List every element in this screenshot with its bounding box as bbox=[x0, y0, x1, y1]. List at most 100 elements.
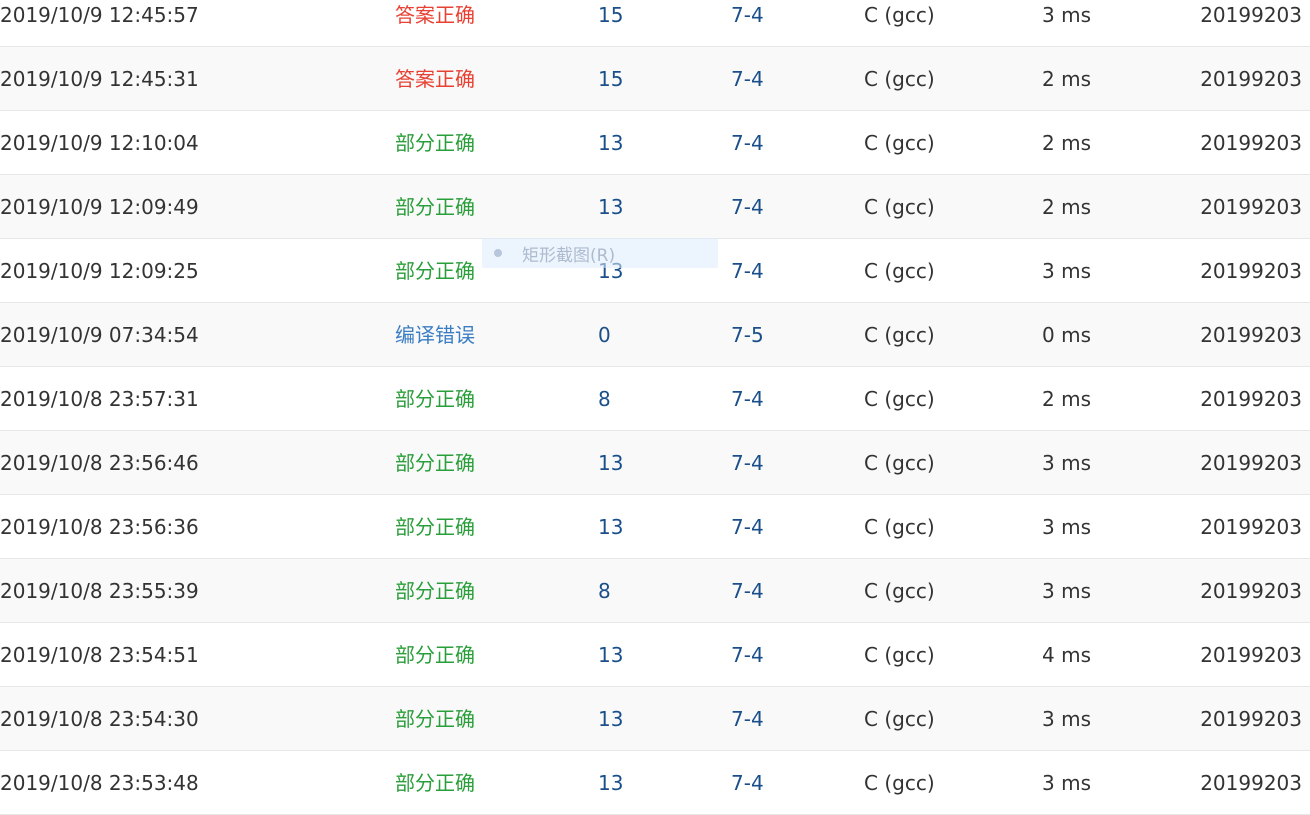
table-row: 2019/10/8 23:57:31 部分正确 8 7-4 C (gcc) 2 ms 201… bbox=[0, 367, 1310, 431]
status-link[interactable]: 部分正确 bbox=[395, 239, 475, 303]
user-id: 20199203 bbox=[1200, 643, 1302, 667]
run-time: 3 ms bbox=[1042, 579, 1091, 603]
table-row: 2019/10/9 12:45:57 答案正确 15 7-4 C (gcc) 3 ms 20… bbox=[0, 0, 1310, 47]
score-link[interactable]: 13 bbox=[598, 175, 623, 239]
score-link[interactable]: 13 bbox=[598, 751, 623, 815]
compiler-label: C (gcc) bbox=[864, 67, 935, 91]
problem-link[interactable]: 7-4 bbox=[731, 111, 764, 175]
problem-link[interactable]: 7-4 bbox=[731, 367, 764, 431]
user-id: 20199203 bbox=[1200, 451, 1302, 475]
user-id: 20199203 bbox=[1200, 323, 1302, 347]
run-time: 0 ms bbox=[1042, 323, 1091, 347]
user-id: 20199203 bbox=[1200, 515, 1302, 539]
compiler-label: C (gcc) bbox=[864, 643, 935, 667]
compiler-label: C (gcc) bbox=[864, 387, 935, 411]
status-link[interactable]: 部分正确 bbox=[395, 111, 475, 175]
score-link[interactable]: 13 bbox=[598, 623, 623, 687]
status-link[interactable]: 部分正确 bbox=[395, 431, 475, 495]
problem-link[interactable]: 7-4 bbox=[731, 431, 764, 495]
problem-link[interactable]: 7-4 bbox=[731, 751, 764, 815]
table-row: 2019/10/9 12:10:04 部分正确 13 7-4 C (gcc) 2 ms 20… bbox=[0, 111, 1310, 175]
compiler-label: C (gcc) bbox=[864, 195, 935, 219]
user-id: 20199203 bbox=[1200, 3, 1302, 27]
status-link[interactable]: 部分正确 bbox=[395, 559, 475, 623]
problem-link[interactable]: 7-4 bbox=[731, 239, 764, 303]
table-row: 2019/10/8 23:54:30 部分正确 13 7-4 C (gcc) 3 ms 20… bbox=[0, 687, 1310, 751]
score-link[interactable]: 13 bbox=[598, 111, 623, 175]
score-link[interactable]: 8 bbox=[598, 559, 611, 623]
submit-time: 2019/10/9 12:10:04 bbox=[0, 131, 199, 155]
table-row: 2019/10/9 12:09:49 部分正确 13 7-4 C (gcc) 2 ms 20… bbox=[0, 175, 1310, 239]
status-link[interactable]: 部分正确 bbox=[395, 623, 475, 687]
user-id: 20199203 bbox=[1200, 259, 1302, 283]
compiler-label: C (gcc) bbox=[864, 707, 935, 731]
run-time: 3 ms bbox=[1042, 259, 1091, 283]
run-time: 2 ms bbox=[1042, 67, 1091, 91]
status-link[interactable]: 部分正确 bbox=[395, 175, 475, 239]
table-row: 2019/10/9 12:09:25 部分正确 13 7-4 C (gcc) 3 ms 20… bbox=[0, 239, 1310, 303]
submit-time: 2019/10/8 23:57:31 bbox=[0, 387, 199, 411]
status-link[interactable]: 部分正确 bbox=[395, 751, 475, 815]
problem-link[interactable]: 7-4 bbox=[731, 0, 764, 47]
score-link[interactable]: 13 bbox=[598, 239, 623, 303]
score-link[interactable]: 15 bbox=[598, 47, 623, 111]
score-link[interactable]: 15 bbox=[598, 0, 623, 47]
submit-time: 2019/10/8 23:55:39 bbox=[0, 579, 199, 603]
problem-link[interactable]: 7-4 bbox=[731, 559, 764, 623]
problem-link[interactable]: 7-4 bbox=[731, 495, 764, 559]
score-link[interactable]: 13 bbox=[598, 687, 623, 751]
submit-time: 2019/10/8 23:56:36 bbox=[0, 515, 199, 539]
table-row: 2019/10/8 23:54:51 部分正确 13 7-4 C (gcc) 4 ms 20… bbox=[0, 623, 1310, 687]
problem-link[interactable]: 7-5 bbox=[731, 303, 764, 367]
problem-link[interactable]: 7-4 bbox=[731, 175, 764, 239]
run-time: 3 ms bbox=[1042, 515, 1091, 539]
compiler-label: C (gcc) bbox=[864, 579, 935, 603]
user-id: 20199203 bbox=[1200, 771, 1302, 795]
compiler-label: C (gcc) bbox=[864, 323, 935, 347]
run-time: 4 ms bbox=[1042, 643, 1091, 667]
submit-time: 2019/10/9 12:45:57 bbox=[0, 3, 199, 27]
table-row: 2019/10/8 23:56:36 部分正确 13 7-4 C (gcc) 3 ms 20… bbox=[0, 495, 1310, 559]
status-link[interactable]: 答案正确 bbox=[395, 0, 475, 47]
run-time: 2 ms bbox=[1042, 387, 1091, 411]
status-link[interactable]: 编译错误 bbox=[395, 303, 475, 367]
status-link[interactable]: 部分正确 bbox=[395, 495, 475, 559]
table-row: 2019/10/8 23:55:39 部分正确 8 7-4 C (gcc) 3 ms 201… bbox=[0, 559, 1310, 623]
score-link[interactable]: 13 bbox=[598, 495, 623, 559]
status-link[interactable]: 答案正确 bbox=[395, 47, 475, 111]
run-time: 2 ms bbox=[1042, 195, 1091, 219]
submit-time: 2019/10/9 07:34:54 bbox=[0, 323, 199, 347]
user-id: 20199203 bbox=[1200, 707, 1302, 731]
submit-time: 2019/10/8 23:54:51 bbox=[0, 643, 199, 667]
run-time: 3 ms bbox=[1042, 771, 1091, 795]
submit-time: 2019/10/8 23:56:46 bbox=[0, 451, 199, 475]
problem-link[interactable]: 7-4 bbox=[731, 687, 764, 751]
run-time: 3 ms bbox=[1042, 451, 1091, 475]
user-id: 20199203 bbox=[1200, 195, 1302, 219]
submit-time: 2019/10/8 23:54:30 bbox=[0, 707, 199, 731]
user-id: 20199203 bbox=[1200, 67, 1302, 91]
score-link[interactable]: 8 bbox=[598, 367, 611, 431]
score-link[interactable]: 13 bbox=[598, 431, 623, 495]
status-link[interactable]: 部分正确 bbox=[395, 687, 475, 751]
compiler-label: C (gcc) bbox=[864, 131, 935, 155]
user-id: 20199203 bbox=[1200, 131, 1302, 155]
problem-link[interactable]: 7-4 bbox=[731, 47, 764, 111]
run-time: 2 ms bbox=[1042, 131, 1091, 155]
compiler-label: C (gcc) bbox=[864, 259, 935, 283]
run-time: 3 ms bbox=[1042, 707, 1091, 731]
submit-time: 2019/10/9 12:09:25 bbox=[0, 259, 199, 283]
submit-time: 2019/10/9 12:45:31 bbox=[0, 67, 199, 91]
status-link[interactable]: 部分正确 bbox=[395, 367, 475, 431]
problem-link[interactable]: 7-4 bbox=[731, 623, 764, 687]
run-time: 3 ms bbox=[1042, 3, 1091, 27]
submit-time: 2019/10/8 23:53:48 bbox=[0, 771, 199, 795]
table-row: 2019/10/8 23:56:46 部分正确 13 7-4 C (gcc) 3 ms 20… bbox=[0, 431, 1310, 495]
table-row: 2019/10/8 23:53:48 部分正确 13 7-4 C (gcc) 3 ms 20… bbox=[0, 751, 1310, 815]
table-row: 2019/10/9 12:45:31 答案正确 15 7-4 C (gcc) 2 ms 20… bbox=[0, 47, 1310, 111]
compiler-label: C (gcc) bbox=[864, 451, 935, 475]
user-id: 20199203 bbox=[1200, 579, 1302, 603]
submit-time: 2019/10/9 12:09:49 bbox=[0, 195, 199, 219]
score-link[interactable]: 0 bbox=[598, 303, 611, 367]
table-row: 2019/10/9 07:34:54 编译错误 0 7-5 C (gcc) 0 ms 201… bbox=[0, 303, 1310, 367]
